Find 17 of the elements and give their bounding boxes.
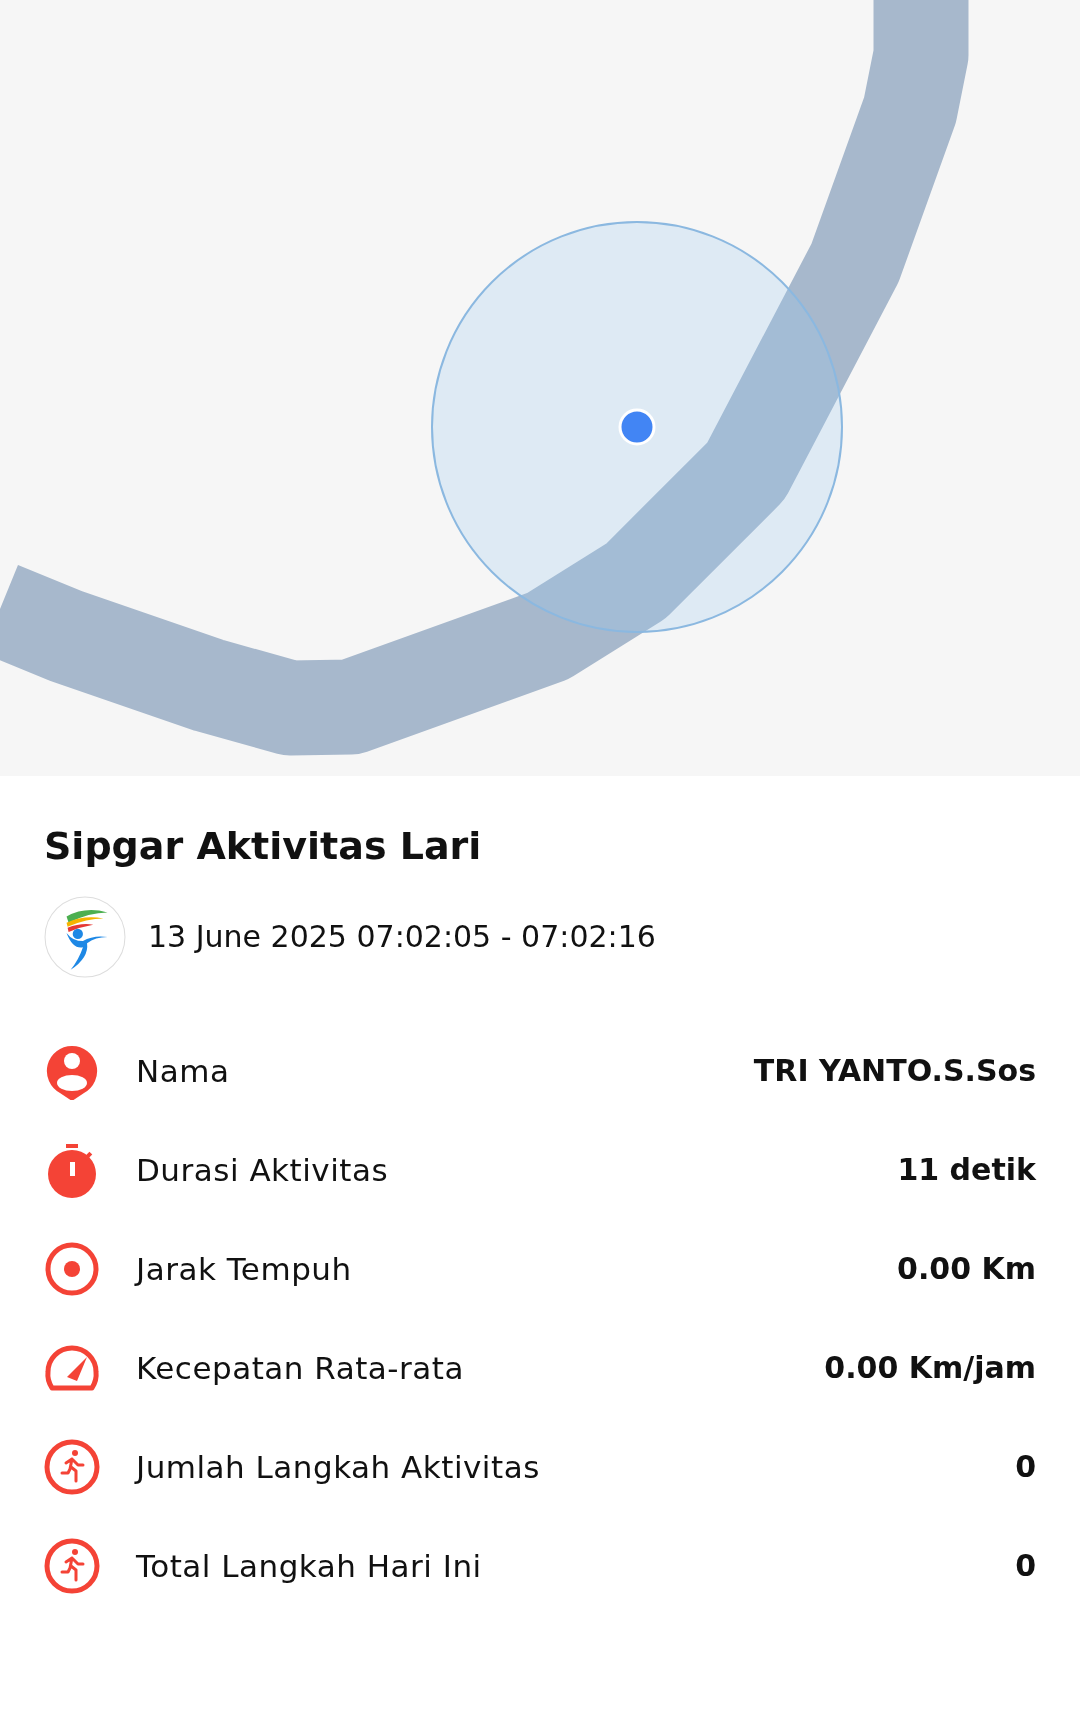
runner-logo-icon — [44, 895, 126, 978]
stat-label: Kecepatan Rata-rata — [136, 1349, 465, 1386]
runner-icon — [44, 1437, 100, 1496]
stat-value: 0.00 Km — [897, 1251, 1036, 1287]
runner-icon — [44, 1536, 100, 1595]
stat-value: 0 — [1015, 1548, 1036, 1584]
stat-label: Jumlah Langkah Aktivitas — [136, 1448, 541, 1485]
stat-label: Total Langkah Hari Ini — [136, 1547, 483, 1584]
stat-label: Durasi Aktivitas — [136, 1151, 390, 1188]
stat-value: 11 detik — [897, 1152, 1036, 1188]
activity-datetime: 13 June 2025 07:02:05 - 07:02:16 — [148, 919, 656, 955]
stat-label: Jarak Tempuh — [136, 1250, 353, 1287]
stat-value: 0.00 Km/jam — [824, 1350, 1036, 1386]
stat-value: 0 — [1015, 1449, 1036, 1485]
activity-title: Sipgar Aktivitas Lari — [44, 824, 483, 870]
stat-label: Nama — [136, 1052, 231, 1089]
stat-value: TRI YANTO.S.Sos — [753, 1053, 1036, 1089]
